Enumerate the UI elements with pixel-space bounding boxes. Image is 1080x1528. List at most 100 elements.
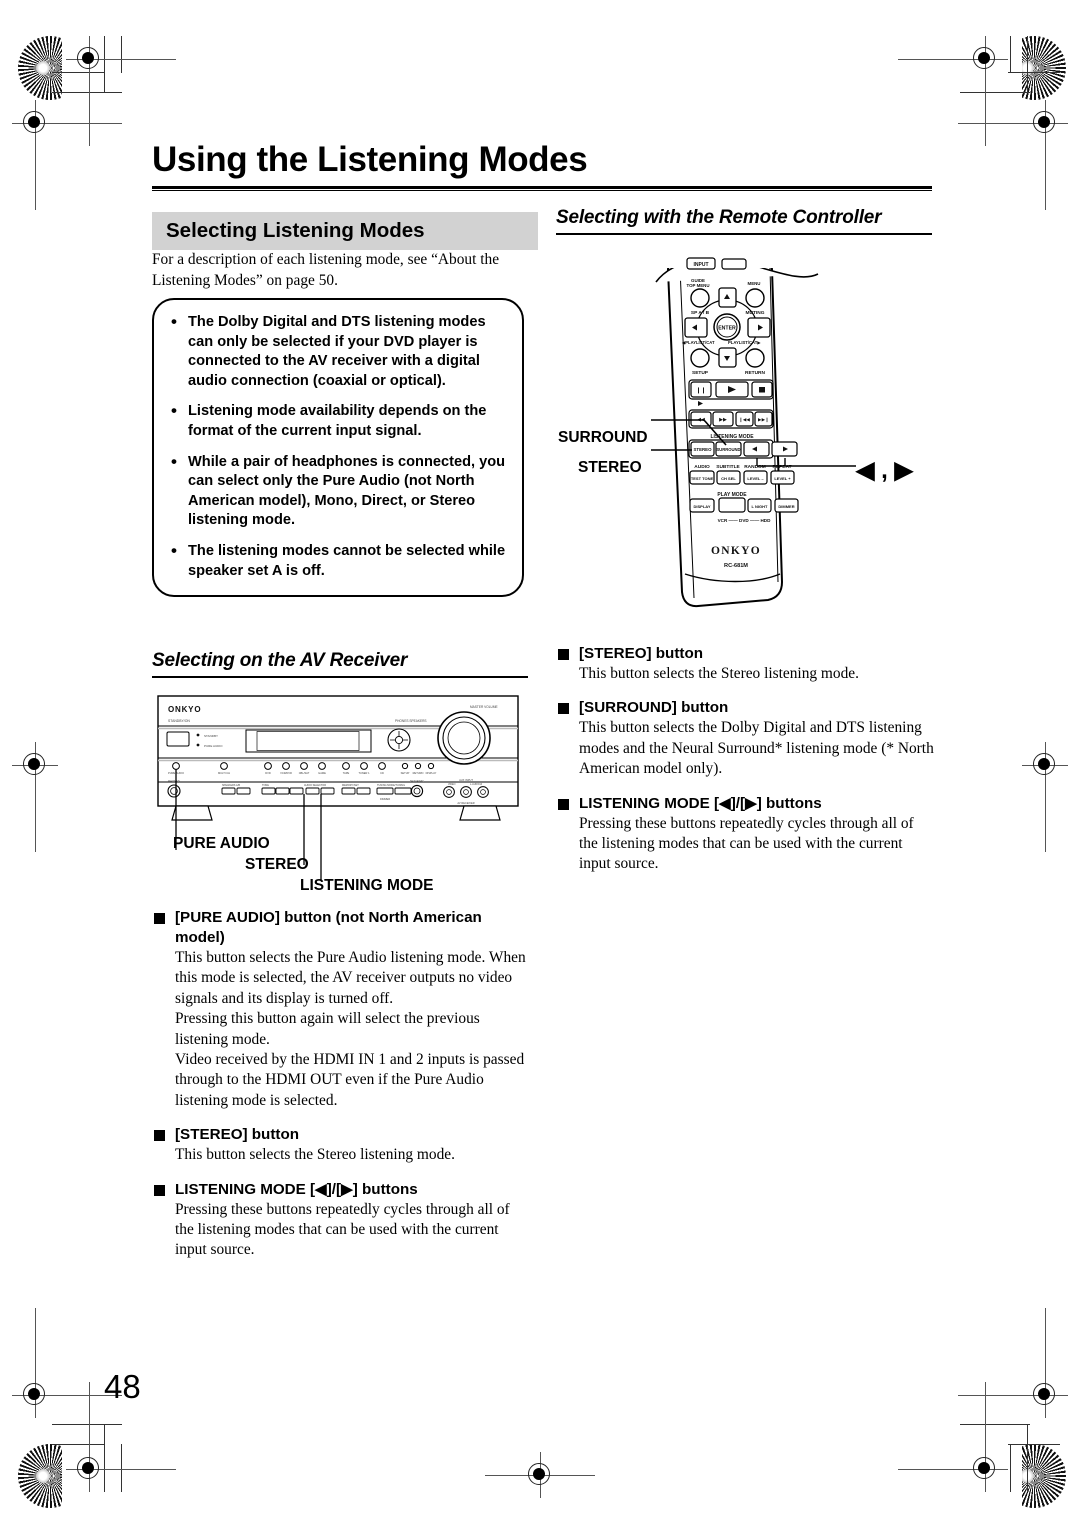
- list-item: While a pair of headphones is connected,…: [164, 452, 506, 531]
- svg-text:RC-681M: RC-681M: [724, 563, 748, 569]
- entry-paragraph: This button selects the Stereo listening…: [579, 665, 859, 682]
- notes-box: The Dolby Digital and DTS listening mode…: [152, 298, 524, 598]
- remote-callout-arrows: ◀ , ▶: [856, 457, 913, 484]
- svg-text:INPUT: INPUT: [694, 262, 709, 268]
- svg-text:STANDBY/ON: STANDBY/ON: [168, 719, 190, 723]
- remote-controller-illustration: INPUT GUIDE TOP MENU MENU SP A / B MUTIN…: [556, 252, 940, 632]
- entry-paragraph: Video received by the HDMI IN 1 and 2 in…: [175, 1051, 525, 1109]
- svg-text:TUNING MODE/TUNING: TUNING MODE/TUNING: [377, 784, 405, 787]
- entry-stereo-button-remote: [STEREO] button This button selects the …: [556, 644, 934, 684]
- subsection-heading-selecting-on-av-receiver: Selecting on the AV Receiver: [152, 650, 528, 678]
- svg-text:❙❙: ❙❙: [696, 387, 706, 394]
- subsection-heading-label: Selecting on the AV Receiver: [152, 650, 408, 671]
- svg-text:SUBTITLE: SUBTITLE: [716, 464, 740, 470]
- registration-mark-right-middle: [1022, 742, 1068, 852]
- entry-heading: [PURE AUDIO] button (not North American …: [152, 908, 530, 948]
- left-column-entries: [PURE AUDIO] button (not North American …: [152, 908, 530, 1261]
- svg-text:PLAYLIST/CAT▶: PLAYLIST/CAT▶: [728, 340, 761, 345]
- entry-pure-audio-button: [PURE AUDIO] button (not North American …: [152, 908, 530, 1111]
- svg-text:STANDBY: STANDBY: [204, 734, 218, 738]
- registration-mark-left-lower: [12, 1308, 122, 1418]
- svg-text:LEVEL +: LEVEL +: [774, 476, 791, 481]
- svg-text:CD: CD: [380, 771, 384, 775]
- svg-text:AUX INPUT: AUX INPUT: [459, 778, 473, 782]
- radial-target-icon-bottom-right: [1022, 1444, 1066, 1508]
- svg-text:AUDIO SELECTOR: AUDIO SELECTOR: [304, 784, 326, 787]
- entry-heading: [SURROUND] button: [556, 698, 934, 718]
- svg-text:MASTER VOLUME: MASTER VOLUME: [470, 705, 498, 709]
- svg-text:AV RECEIVER: AV RECEIVER: [457, 801, 474, 805]
- registration-mark-top-right-inner: [898, 36, 1008, 146]
- svg-text:PLAY MODE: PLAY MODE: [717, 492, 747, 498]
- svg-text:AUDIO: AUDIO: [694, 464, 710, 470]
- svg-text:TUNER 1: TUNER 1: [358, 771, 370, 775]
- entry-paragraph: Pressing these buttons repeatedly cycles…: [579, 814, 914, 873]
- svg-text:RETURN: RETURN: [413, 771, 424, 775]
- notes-list: The Dolby Digital and DTS listening mode…: [164, 312, 506, 581]
- entry-heading: [STEREO] button: [152, 1125, 530, 1145]
- svg-text:VCR/DVR: VCR/DVR: [280, 771, 292, 775]
- page-number: 48: [104, 1368, 141, 1405]
- svg-text:STEREO: STEREO: [693, 447, 712, 452]
- svg-text:CBL/SAT: CBL/SAT: [299, 771, 310, 775]
- page-title: Using the Listening Modes: [152, 140, 588, 179]
- svg-text:◀PLAYLIST/CAT: ◀PLAYLIST/CAT: [681, 340, 715, 345]
- receiver-callout-stereo: STEREO: [245, 856, 309, 873]
- svg-text:DIMMER: DIMMER: [380, 798, 390, 801]
- svg-text:TEST TONE: TEST TONE: [691, 476, 714, 481]
- entry-surround-button-remote: [SURROUND] button This button selects th…: [556, 698, 934, 779]
- svg-text:MUTING: MUTING: [746, 310, 765, 316]
- subsection-heading-label: Selecting with the Remote Controller: [556, 207, 882, 228]
- registration-mark-left-upper: [12, 100, 122, 210]
- heading-rule: [152, 676, 528, 678]
- svg-text:PHONES SPEAKERS: PHONES SPEAKERS: [395, 719, 427, 723]
- av-receiver-drawing: ONKYO STANDBY/ON PHONES SPEAKERS MASTER …: [157, 695, 519, 880]
- svg-text:DIMMER: DIMMER: [778, 504, 794, 509]
- registration-mark-bottom-center: [485, 1452, 595, 1498]
- list-item: The listening modes cannot be selected w…: [164, 541, 506, 581]
- svg-text:TAPE: TAPE: [343, 771, 350, 775]
- entry-listening-mode-buttons-remote: LISTENING MODE [◀]/[▶] buttons Pressing …: [556, 794, 934, 875]
- remote-callout-stereo: STEREO: [578, 459, 642, 476]
- svg-text:VIDEO: VIDEO: [448, 783, 456, 786]
- svg-text:SURROUND: SURROUND: [716, 447, 740, 452]
- title-rule: [152, 186, 932, 192]
- svg-text:ONKYO: ONKYO: [711, 545, 761, 557]
- registration-mark-bottom-right-inner: [898, 1382, 1008, 1492]
- svg-text:MULTI CH: MULTI CH: [218, 771, 230, 775]
- receiver-callout-pure-audio: PURE AUDIO: [173, 835, 270, 852]
- list-item: The Dolby Digital and DTS listening mode…: [164, 312, 506, 391]
- svg-text:SETUP: SETUP: [401, 771, 410, 775]
- svg-text:L NIGHT: L NIGHT: [752, 504, 768, 509]
- radial-target-icon-top-right: [1022, 36, 1066, 100]
- svg-text:PHONES: PHONES: [168, 779, 180, 783]
- entry-paragraph: Pressing these buttons repeatedly cycles…: [175, 1200, 510, 1259]
- registration-mark-top-left-inner: [66, 36, 176, 146]
- entry-paragraph: This button selects the Pure Audio liste…: [175, 949, 526, 1007]
- entry-listening-mode-buttons: LISTENING MODE [◀]/[▶] buttons Pressing …: [152, 1180, 530, 1261]
- intro-paragraph: For a description of each listening mode…: [152, 251, 500, 289]
- svg-text:SETUP: SETUP: [692, 370, 709, 376]
- section-heading-selecting-listening-modes: Selecting Listening Modes: [152, 212, 538, 250]
- entry-paragraph: This button selects the Stereo listening…: [175, 1146, 455, 1164]
- svg-text:RANDOM: RANDOM: [744, 464, 766, 470]
- svg-text:▶▶: ▶▶: [719, 417, 727, 423]
- svg-text:RETURN: RETURN: [745, 370, 766, 376]
- svg-text:VCR —— DVD —— HDD: VCR —— DVD —— HDD: [718, 518, 772, 523]
- svg-text:GAME: GAME: [318, 771, 326, 775]
- av-receiver-illustration: ONKYO STANDBY/ON PHONES SPEAKERS MASTER …: [152, 690, 536, 894]
- registration-mark-bottom-left-inner: [66, 1382, 176, 1492]
- svg-text:MEMORY/SET: MEMORY/SET: [342, 784, 359, 787]
- entry-heading: [STEREO] button: [556, 644, 934, 664]
- svg-text:TOP MENU: TOP MENU: [686, 283, 709, 288]
- right-column-entries: [STEREO] button This button selects the …: [556, 644, 934, 875]
- radial-target-icon-bottom-left: [18, 1444, 62, 1508]
- heading-rule: [556, 233, 932, 235]
- svg-text:MENU: MENU: [748, 281, 761, 286]
- svg-text:CH SEL: CH SEL: [721, 476, 736, 481]
- entry-paragraph: Pressing this button again will select t…: [175, 1010, 480, 1048]
- radial-target-icon: [18, 36, 62, 100]
- svg-text:SPEAKERS A/B: SPEAKERS A/B: [222, 784, 240, 787]
- remote-callout-surround: SURROUND: [558, 429, 648, 446]
- list-item: Listening mode availability depends on t…: [164, 401, 506, 441]
